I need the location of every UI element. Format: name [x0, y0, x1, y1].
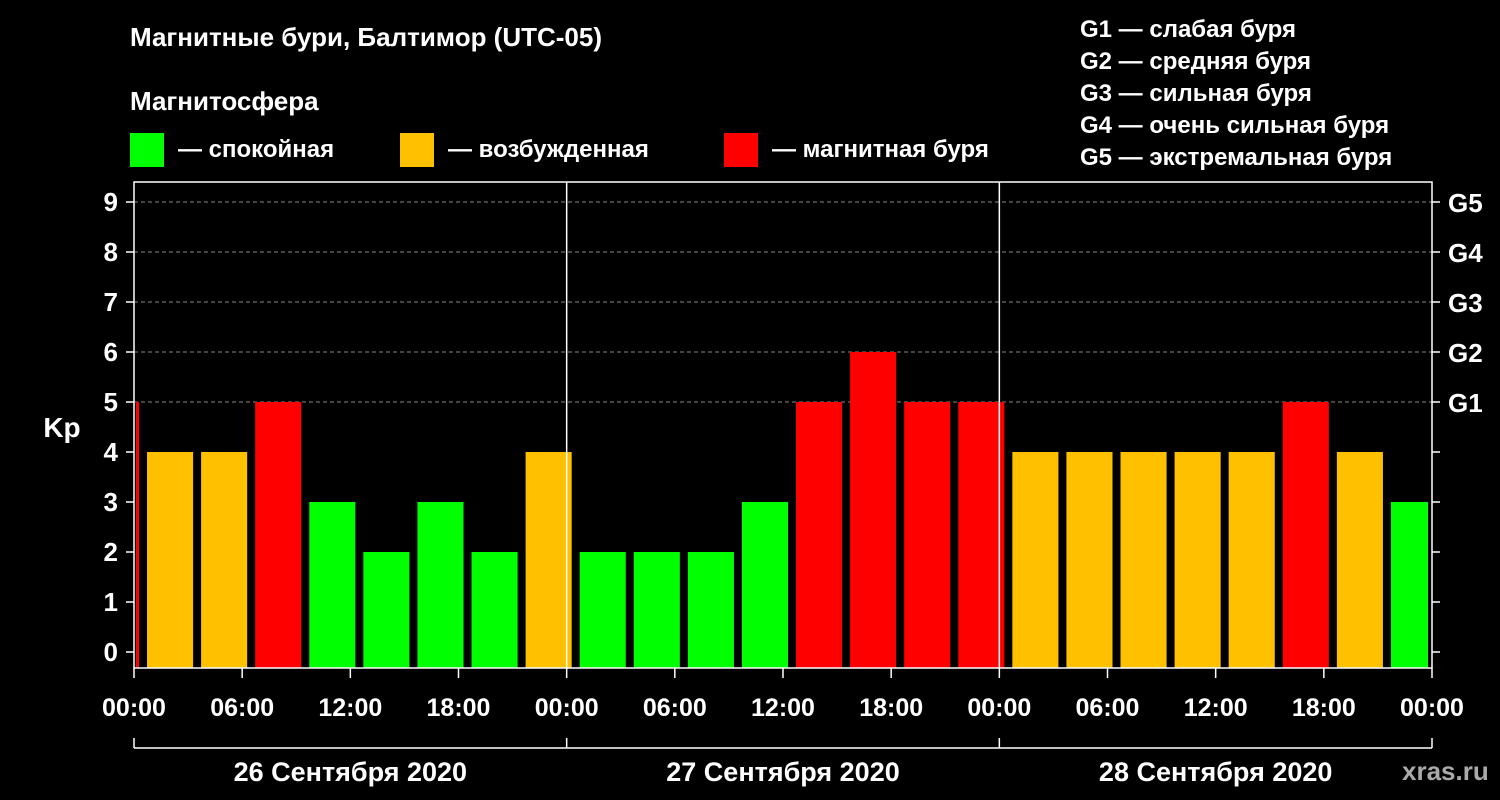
watermark: xras.ru — [1402, 756, 1489, 786]
y-tick-label-9: 9 — [104, 187, 118, 217]
kp-bar-24 — [1390, 502, 1428, 668]
x-tick-label-10: 12:00 — [1184, 694, 1248, 722]
x-tick-label-8: 00:00 — [967, 694, 1031, 722]
kp-bar-21 — [1228, 452, 1275, 668]
x-tick-label-9: 06:00 — [1076, 694, 1140, 722]
x-tick-label-1: 06:00 — [210, 694, 274, 722]
kp-bar-14 — [850, 352, 897, 668]
g-level-label-g1: G1 — [1448, 388, 1483, 418]
y-tick-label-0: 0 — [104, 637, 118, 667]
x-tick-label-0: 00:00 — [102, 694, 166, 722]
kp-bar-3 — [255, 402, 302, 668]
day-label-2: 28 Сентября 2020 — [1099, 757, 1332, 787]
y-tick-label-6: 6 — [104, 337, 118, 367]
kp-bar-chart: 0 1 2 3 4 5 6 7 8 9 G1 G2 G3 G4 G5 Kp 00:00 06:00 12:00 18:… — [43, 181, 1483, 787]
kp-bar-12 — [741, 502, 789, 668]
y-tick-label-7: 7 — [104, 287, 118, 317]
kp-bar-22 — [1282, 402, 1329, 668]
g-level-label-g3: G3 — [1448, 288, 1483, 318]
y-axis-label: Kp — [43, 412, 80, 443]
kp-bar-20 — [1174, 452, 1221, 668]
kp-bar-19 — [1120, 452, 1167, 668]
x-tick-label-2: 12:00 — [318, 694, 382, 722]
x-tick-label-3: 18:00 — [427, 694, 491, 722]
x-tick-label-12: 00:00 — [1400, 694, 1464, 722]
kp-bar-5 — [363, 552, 410, 668]
g-level-label-g4: G4 — [1448, 238, 1483, 268]
y-tick-label-5: 5 — [104, 387, 118, 417]
kp-bar-2 — [201, 452, 248, 668]
kp-bar-17 — [1012, 452, 1059, 668]
g-level-label-g5: G5 — [1448, 188, 1483, 218]
kp-bar-13 — [796, 402, 843, 668]
g-level-label-g2: G2 — [1448, 338, 1483, 368]
y-tick-label-4: 4 — [104, 437, 119, 467]
kp-bar-0 — [136, 402, 140, 668]
day-label-0: 26 Сентября 2020 — [234, 757, 467, 787]
y-tick-label-2: 2 — [104, 537, 118, 567]
kp-bar-4 — [309, 502, 356, 668]
y-tick-label-3: 3 — [104, 487, 118, 517]
kp-bar-6 — [417, 502, 464, 668]
kp-bar-15 — [904, 402, 951, 668]
kp-bar-16 — [958, 402, 1005, 668]
kp-bar-8 — [525, 452, 572, 668]
kp-bar-18 — [1066, 452, 1113, 668]
day-label-1: 27 Сентября 2020 — [666, 757, 899, 787]
y-tick-label-8: 8 — [104, 237, 118, 267]
kp-bar-11 — [687, 552, 734, 668]
kp-bar-23 — [1336, 452, 1383, 668]
x-tick-label-5: 06:00 — [643, 694, 707, 722]
y-tick-label-1: 1 — [104, 587, 118, 617]
x-tick-label-7: 18:00 — [859, 694, 923, 722]
kp-bar-10 — [633, 552, 680, 668]
kp-bar-7 — [471, 552, 518, 668]
x-tick-label-6: 12:00 — [751, 694, 815, 722]
kp-bar-9 — [579, 552, 626, 668]
x-tick-label-4: 00:00 — [535, 694, 599, 722]
kp-bar-1 — [147, 452, 194, 668]
x-tick-label-11: 18:00 — [1292, 694, 1356, 722]
